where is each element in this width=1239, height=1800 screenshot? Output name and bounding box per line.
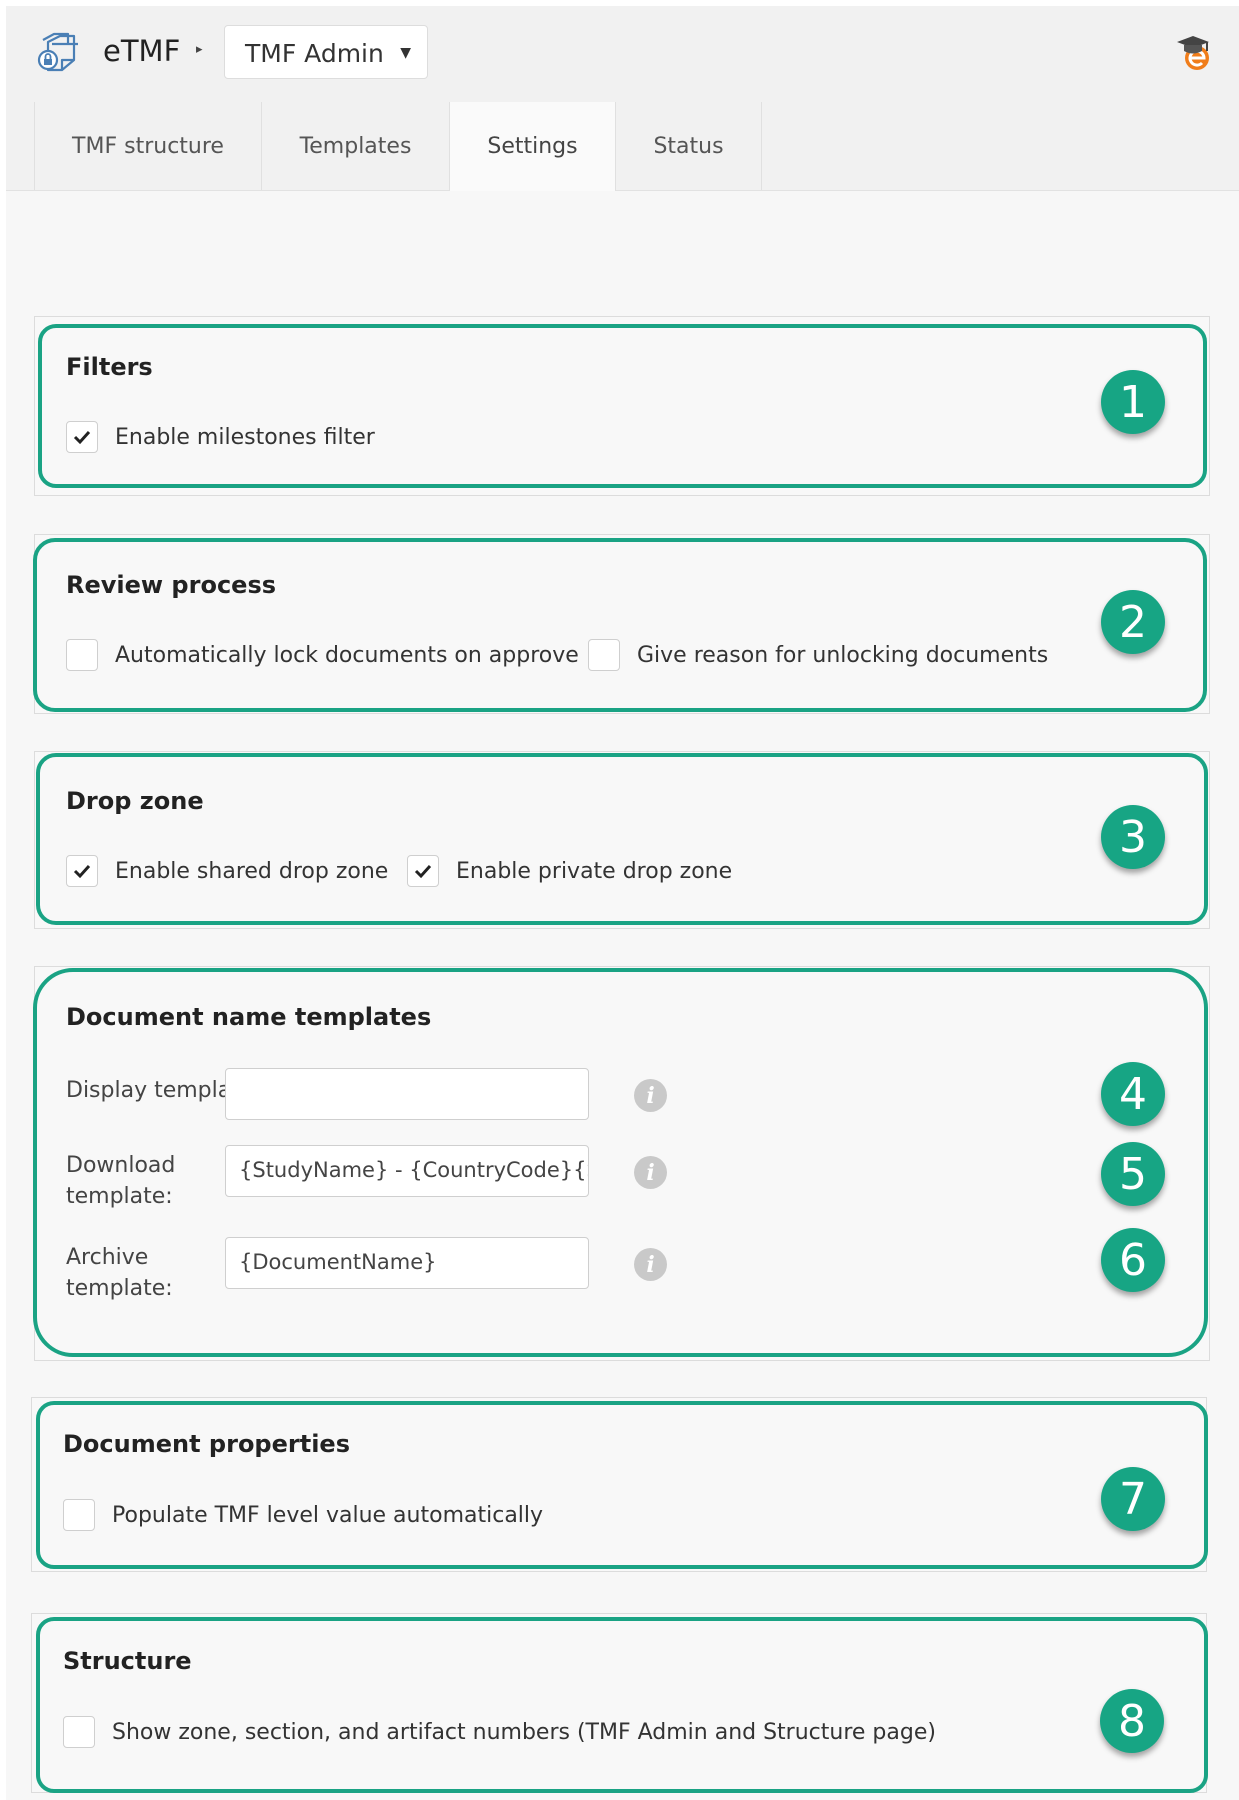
callout-badge: 7 <box>1101 1467 1165 1531</box>
auto-lock-option[interactable]: Automatically lock documents on approve <box>66 639 579 671</box>
filters-title: Filters <box>66 353 153 381</box>
show-numbers-option[interactable]: Show zone, section, and artifact numbers… <box>63 1716 936 1748</box>
module-dropdown[interactable]: TMF Admin ▼ <box>224 25 428 79</box>
archive-template-input[interactable]: {DocumentName} <box>225 1237 589 1289</box>
etmf-logo-icon[interactable] <box>34 30 82 78</box>
review-title: Review process <box>66 571 277 599</box>
module-dropdown-label: TMF Admin <box>245 39 384 68</box>
populate-tmf-level-option[interactable]: Populate TMF level value automatically <box>63 1499 543 1531</box>
display-template-input[interactable] <box>225 1068 589 1120</box>
info-icon[interactable]: i <box>634 1156 667 1189</box>
give-reason-option[interactable]: Give reason for unlocking documents <box>588 639 1048 671</box>
show-numbers-checkbox[interactable] <box>63 1716 95 1748</box>
auto-lock-label: Automatically lock documents on approve <box>115 642 579 668</box>
download-template-label-line2: template: <box>66 1184 173 1209</box>
populate-tmf-level-label: Populate TMF level value automatically <box>112 1502 544 1528</box>
callout-badge: 5 <box>1101 1142 1165 1206</box>
callout-badge: 3 <box>1101 805 1165 869</box>
top-bar: eTMF ▸ TMF Admin ▼ <box>6 6 1239 103</box>
chevron-down-icon: ▼ <box>400 45 411 61</box>
download-template-label: Download <box>66 1153 176 1178</box>
populate-tmf-level-checkbox[interactable] <box>63 1499 95 1531</box>
info-icon[interactable]: i <box>634 1248 667 1281</box>
checkmark-icon <box>414 864 432 879</box>
give-reason-label: Give reason for unlocking documents <box>637 642 1049 668</box>
structure-title: Structure <box>63 1647 192 1675</box>
give-reason-checkbox[interactable] <box>588 639 620 671</box>
shared-dropzone-option[interactable]: Enable shared drop zone <box>66 855 388 887</box>
private-dropzone-checkbox[interactable] <box>407 855 439 887</box>
show-numbers-label: Show zone, section, and artifact numbers… <box>112 1719 936 1745</box>
app: eTMF ▸ TMF Admin ▼ TMF structure Templat… <box>6 6 1239 1800</box>
checkmark-icon <box>73 864 91 879</box>
dropzone-title: Drop zone <box>66 787 204 815</box>
highlight-frame <box>36 753 1208 925</box>
checkmark-icon <box>73 430 91 445</box>
doc-properties-title: Document properties <box>63 1430 350 1458</box>
archive-template-label: Archive <box>66 1245 149 1270</box>
tab-status[interactable]: Status <box>616 102 762 190</box>
archive-template-label-line2: template: <box>66 1276 173 1301</box>
tab-tmf-structure[interactable]: TMF structure <box>34 102 262 190</box>
callout-badge: 4 <box>1101 1062 1165 1126</box>
auto-lock-checkbox[interactable] <box>66 639 98 671</box>
download-template-input[interactable]: {StudyName} - {CountryCode}{SiteName} <box>225 1145 589 1197</box>
callout-badge: 2 <box>1101 590 1165 654</box>
callout-badge: 8 <box>1100 1689 1164 1753</box>
private-dropzone-label: Enable private drop zone <box>456 858 733 884</box>
callout-badge: 6 <box>1101 1228 1165 1292</box>
tab-bar: TMF structure Templates Settings Status <box>6 102 1239 191</box>
breadcrumb-arrow-icon: ▸ <box>196 42 203 57</box>
info-icon[interactable]: i <box>634 1079 667 1112</box>
shared-dropzone-label: Enable shared drop zone <box>115 858 389 884</box>
highlight-frame <box>36 1401 1208 1569</box>
highlight-frame <box>38 324 1207 488</box>
tab-settings[interactable]: Settings <box>450 102 616 191</box>
milestones-filter-label: Enable milestones filter <box>115 424 375 450</box>
highlight-frame <box>33 538 1207 712</box>
app-name[interactable]: eTMF <box>103 34 180 68</box>
callout-badge: 1 <box>1101 370 1165 434</box>
milestones-filter-checkbox[interactable] <box>66 421 98 453</box>
doc-name-templates-title: Document name templates <box>66 1003 432 1031</box>
shared-dropzone-checkbox[interactable] <box>66 855 98 887</box>
learning-help-icon[interactable] <box>1173 32 1215 74</box>
highlight-frame <box>36 1617 1208 1793</box>
milestones-filter-option[interactable]: Enable milestones filter <box>66 421 375 453</box>
private-dropzone-option[interactable]: Enable private drop zone <box>407 855 732 887</box>
tab-templates[interactable]: Templates <box>262 102 450 190</box>
